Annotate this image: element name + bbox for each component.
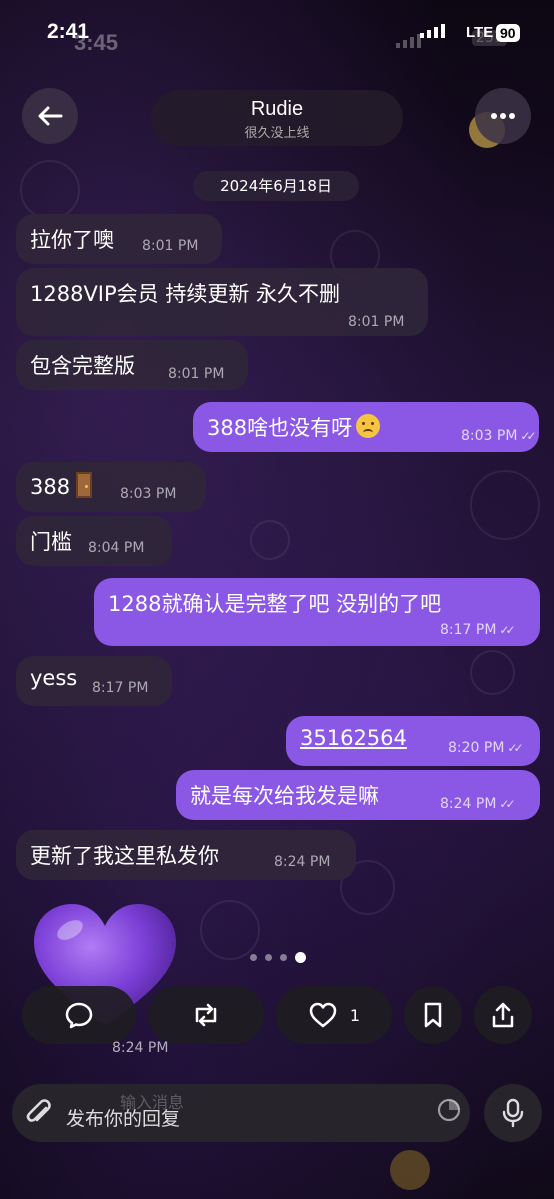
read-check-icon: ✓✓	[520, 429, 536, 443]
message-time: 8:03 PM	[461, 428, 518, 444]
door-icon	[76, 472, 93, 498]
message-bubble[interactable]: 拉你了噢 8:01 PM	[16, 214, 222, 264]
background-sticker-glow	[390, 1150, 430, 1190]
message-text: 388	[30, 475, 71, 499]
message-bubble-outgoing[interactable]: 35162564 8:20 PM ✓✓	[286, 716, 540, 766]
message-text: 1288VIP会员 持续更新 永久不删	[30, 282, 341, 306]
signal-icon	[420, 24, 445, 38]
sticker-time: 8:24 PM	[112, 1040, 169, 1056]
battery-level: 90	[496, 24, 520, 42]
microphone-button[interactable]	[484, 1084, 542, 1142]
status-time: 2:41	[47, 20, 90, 43]
background-doodle	[470, 470, 540, 540]
sad-face-icon	[356, 414, 381, 438]
message-time: 8:01 PM	[142, 238, 199, 254]
like-button[interactable]: 1	[276, 986, 392, 1044]
message-bubble-outgoing[interactable]: 1288就确认是完整了吧 没别的了吧 8:17 PM ✓✓	[94, 578, 540, 646]
repost-button[interactable]	[148, 986, 264, 1044]
message-text: 1288就确认是完整了吧 没别的了吧	[108, 592, 442, 616]
repost-icon	[195, 1003, 217, 1027]
message-text: yess	[30, 666, 78, 690]
reply-placeholder: 发布你的回复	[66, 1108, 181, 1130]
message-time: 8:01 PM	[168, 366, 225, 382]
message-time: 8:17 PM	[440, 622, 497, 638]
message-bubble[interactable]: yess 8:17 PM	[16, 656, 172, 706]
carousel-dot[interactable]	[250, 954, 257, 961]
carousel-indicator[interactable]	[250, 952, 306, 963]
message-bubble-outgoing[interactable]: 就是每次给我发是嘛 8:24 PM ✓✓	[176, 770, 540, 820]
background-doodle	[200, 900, 260, 960]
read-check-icon: ✓✓	[499, 797, 515, 811]
message-text: 包含完整版	[30, 354, 135, 378]
message-text: 门槛	[30, 530, 72, 554]
message-bubble[interactable]: 388 8:03 PM	[16, 462, 206, 512]
network-type: LTE	[466, 24, 494, 41]
message-text: 拉你了噢	[30, 228, 114, 252]
contact-name: Rudie	[250, 98, 304, 120]
bookmark-button[interactable]	[404, 986, 462, 1044]
message-time: 8:24 PM	[440, 796, 497, 812]
message-bubble-outgoing[interactable]: 388啥也没有呀 8:03 PM ✓✓	[193, 402, 539, 452]
date-separator: 2024年6月18日	[193, 171, 359, 201]
status-bar: 3:45 2:41 257 LTE 90	[0, 0, 554, 60]
back-button[interactable]	[22, 88, 78, 144]
read-check-icon: ✓✓	[507, 741, 523, 755]
bookmark-icon	[424, 1002, 442, 1028]
share-button[interactable]	[474, 986, 532, 1044]
arrow-left-icon	[38, 106, 63, 126]
contact-status: 很久没上线	[244, 126, 310, 141]
background-doodle	[470, 650, 515, 695]
background-doodle	[20, 160, 80, 220]
message-time: 8:17 PM	[92, 680, 149, 696]
screen: 3:45 2:41 257 LTE 90 Rudie 很久没上线 2024年6月…	[0, 0, 554, 1199]
message-text: 388啥也没有呀	[207, 416, 353, 440]
carousel-dot-active[interactable]	[295, 952, 306, 963]
message-text: 就是每次给我发是嘛	[190, 784, 379, 808]
comment-button[interactable]	[22, 986, 136, 1044]
background-doodle	[250, 520, 290, 560]
microphone-icon	[502, 1098, 524, 1128]
share-icon	[492, 1002, 514, 1028]
message-bubble[interactable]: 更新了我这里私发你 8:24 PM	[16, 830, 356, 880]
signal-behind-icon	[396, 34, 421, 48]
more-icon	[491, 113, 515, 119]
message-time: 8:20 PM	[448, 740, 505, 756]
chat-title[interactable]: Rudie 很久没上线	[151, 90, 403, 146]
message-bubble[interactable]: 包含完整版 8:01 PM	[16, 340, 248, 390]
message-time: 8:04 PM	[88, 540, 145, 556]
paperclip-icon[interactable]	[22, 1096, 56, 1130]
message-time: 8:01 PM	[348, 314, 405, 330]
message-time: 8:24 PM	[274, 854, 331, 870]
message-bubble[interactable]: 门槛 8:04 PM	[16, 516, 172, 566]
comment-icon	[65, 1002, 93, 1029]
message-time: 8:03 PM	[120, 486, 177, 502]
phone-number-link[interactable]: 35162564	[300, 726, 407, 750]
more-button[interactable]	[475, 88, 531, 144]
read-check-icon: ✓✓	[499, 623, 515, 637]
message-bubble[interactable]: 1288VIP会员 持续更新 永久不删 8:01 PM	[16, 268, 428, 336]
carousel-dot[interactable]	[265, 954, 272, 961]
sticker-icon[interactable]	[436, 1097, 462, 1123]
message-text: 更新了我这里私发你	[30, 844, 219, 868]
heart-icon	[309, 1002, 337, 1028]
like-count: 1	[349, 1005, 361, 1025]
carousel-dot[interactable]	[280, 954, 287, 961]
